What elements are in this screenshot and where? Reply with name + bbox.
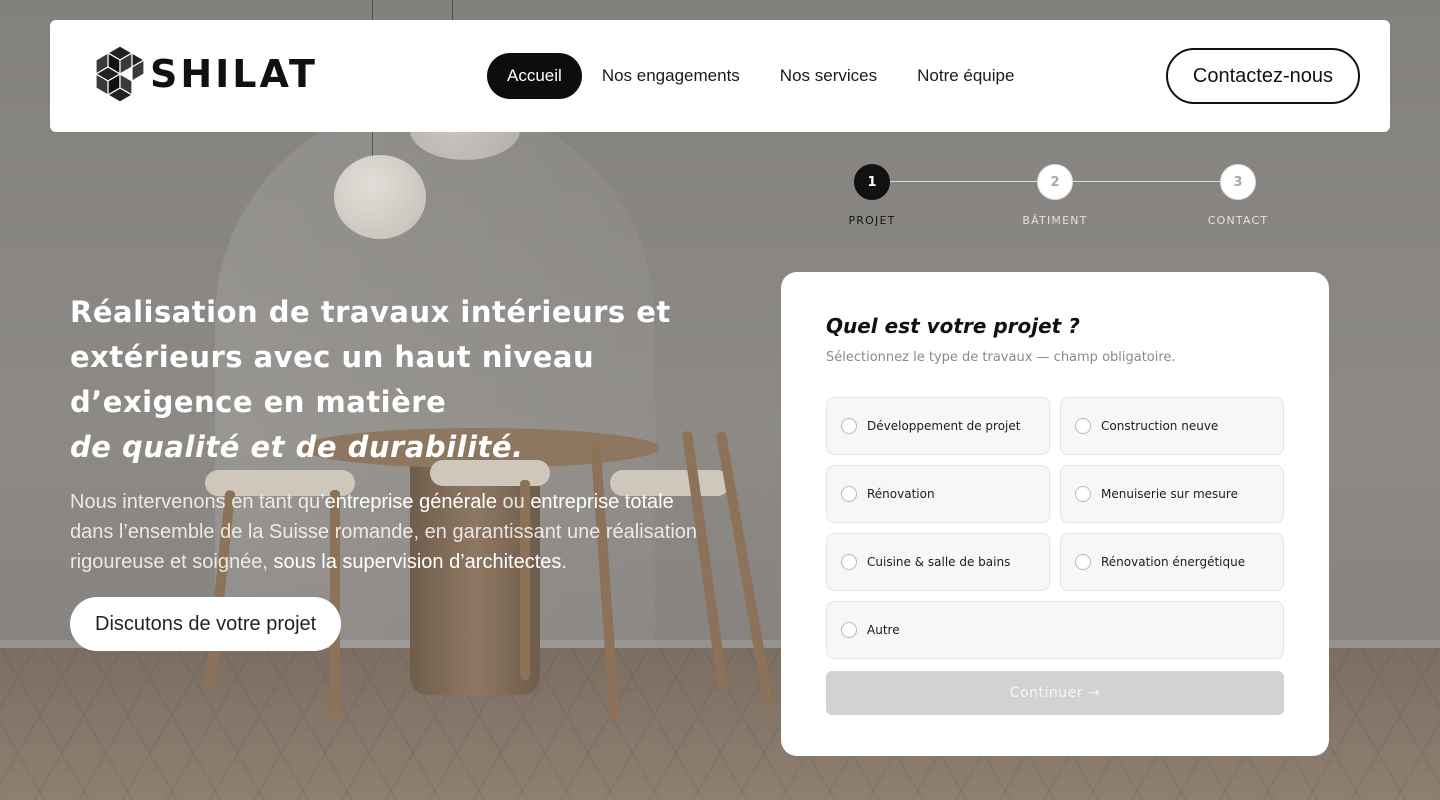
form-subtitle: Sélectionnez le type de travaux — champ … [826, 350, 1176, 365]
hero-description: Nous intervenons en tant qu’entreprise g… [70, 487, 720, 577]
step-label: CONTACT [1207, 214, 1269, 227]
step-label: BÂTIMENT [1022, 214, 1088, 227]
option-developpement-de-projet[interactable]: Développement de projet [826, 397, 1050, 455]
radio-icon[interactable] [841, 418, 857, 434]
nav-item-nos-services[interactable]: Nos services [760, 53, 897, 99]
brand-name: SHILAT [150, 52, 318, 96]
hero-desc-text: ou [496, 491, 531, 513]
form-title: Quel est votre projet ? [826, 314, 1080, 338]
radio-icon[interactable] [841, 622, 857, 638]
option-label: Rénovation énergétique [1101, 555, 1246, 569]
hero-desc-highlight: sous la supervision d’architectes [273, 551, 562, 573]
hero-desc-text: . [561, 551, 567, 573]
option-label: Développement de projet [867, 419, 1021, 433]
option-renovation-energetique[interactable]: Rénovation énergétique [1060, 533, 1284, 591]
continue-button[interactable]: Continuer → [826, 671, 1284, 715]
step-number: 2 [1037, 164, 1073, 200]
step-number: 3 [1220, 164, 1256, 200]
contact-button[interactable]: Contactez-nous [1165, 48, 1360, 104]
hero-desc-text: Nous intervenons en tant qu’ [70, 491, 325, 513]
nav-item-notre-equipe[interactable]: Notre équipe [897, 53, 1034, 99]
step-number: 1 [854, 164, 890, 200]
nav-item-nos-engagements[interactable]: Nos engagements [582, 53, 760, 99]
nav-item-accueil[interactable]: Accueil [487, 53, 582, 99]
option-label: Autre [867, 623, 900, 637]
radio-icon[interactable] [1075, 486, 1091, 502]
step-projet: 1 PROJET [812, 164, 932, 227]
hero-title-emphasis: de qualité et de durabilité. [70, 430, 524, 464]
main-nav: Accueil Nos engagements Nos services Not… [487, 53, 1034, 99]
option-cuisine-salle-de-bains[interactable]: Cuisine & salle de bains [826, 533, 1050, 591]
option-construction-neuve[interactable]: Construction neuve [1060, 397, 1284, 455]
step-batiment: 2 BÂTIMENT [995, 164, 1115, 227]
option-label: Rénovation [867, 487, 935, 501]
option-label: Menuiserie sur mesure [1101, 487, 1238, 501]
hero-title-main: Réalisation de travaux intérieurs et ext… [70, 295, 671, 419]
project-form-card: Quel est votre projet ? Sélectionnez le … [781, 272, 1329, 756]
logo[interactable]: SHILAT [94, 44, 318, 104]
site-header: SHILAT Accueil Nos engagements Nos servi… [50, 20, 1390, 132]
step-contact: 3 CONTACT [1178, 164, 1298, 227]
option-menuiserie-sur-mesure[interactable]: Menuiserie sur mesure [1060, 465, 1284, 523]
radio-icon[interactable] [841, 554, 857, 570]
radio-icon[interactable] [841, 486, 857, 502]
option-autre[interactable]: Autre [826, 601, 1284, 659]
option-renovation[interactable]: Rénovation [826, 465, 1050, 523]
option-label: Cuisine & salle de bains [867, 555, 1011, 569]
radio-icon[interactable] [1075, 418, 1091, 434]
hero-desc-highlight: entreprise totale [530, 491, 674, 513]
option-label: Construction neuve [1101, 419, 1219, 433]
cube-logo-icon [94, 45, 146, 103]
hero-desc-highlight: entreprise générale [324, 491, 497, 513]
hero-title: Réalisation de travaux intérieurs et ext… [70, 290, 710, 470]
form-stepper: 1 PROJET 2 BÂTIMENT 3 CONTACT [812, 164, 1302, 234]
radio-icon[interactable] [1075, 554, 1091, 570]
discuss-project-button[interactable]: Discutons de votre projet [70, 597, 342, 651]
step-label: PROJET [848, 214, 896, 227]
